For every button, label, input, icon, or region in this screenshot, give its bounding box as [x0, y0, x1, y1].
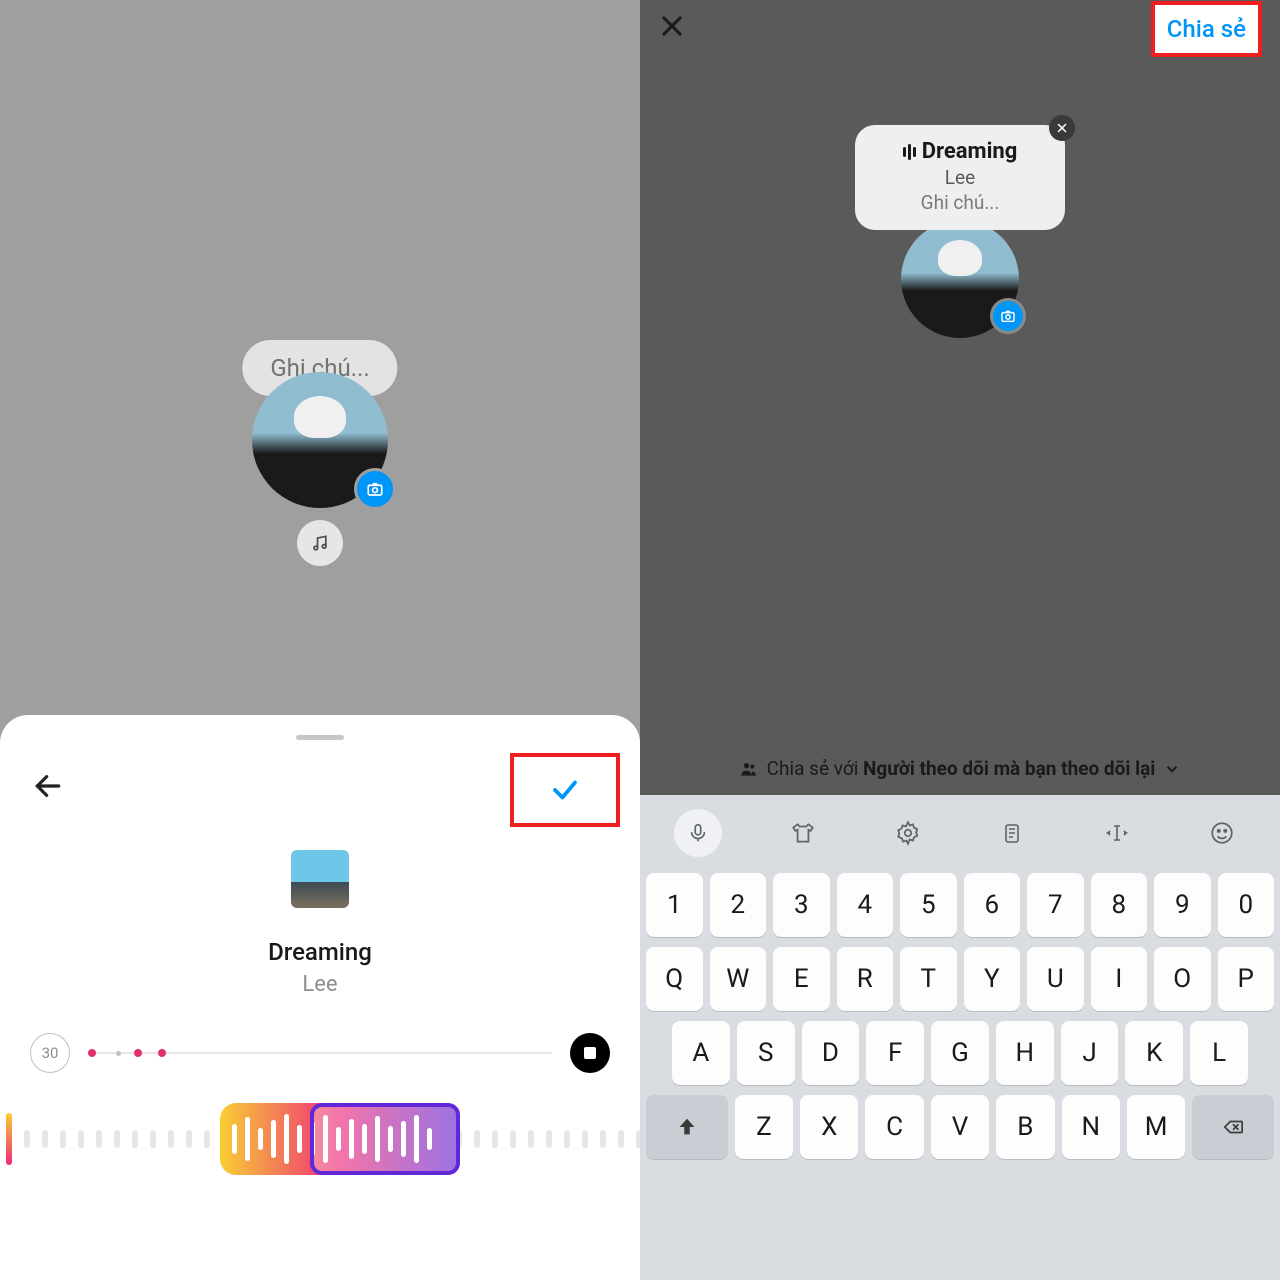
close-icon	[658, 12, 686, 40]
note-remove-button[interactable]	[1049, 115, 1075, 141]
key-c[interactable]: C	[865, 1095, 923, 1159]
tshirt-button[interactable]	[779, 809, 827, 857]
camera-badge[interactable]	[990, 298, 1026, 334]
close-icon	[1056, 122, 1068, 134]
song-artist: Lee	[20, 972, 620, 997]
key-x[interactable]: X	[800, 1095, 858, 1159]
album-art	[291, 850, 349, 908]
key-y[interactable]: Y	[964, 947, 1021, 1011]
key-d[interactable]: D	[802, 1021, 860, 1085]
note-placeholder: Ghi chú...	[879, 191, 1041, 214]
key-9[interactable]: 9	[1154, 873, 1211, 937]
share-with-label: Chia sẻ với	[767, 757, 863, 780]
cursor-button[interactable]	[1093, 809, 1141, 857]
note-compose-panel: Ghi chú... Dreaming Lee 30	[0, 0, 640, 1280]
add-music-button[interactable]	[297, 520, 343, 566]
key-s[interactable]: S	[737, 1021, 795, 1085]
keyboard-row-2: A S D F G H J K L	[646, 1021, 1274, 1085]
audience-name: Người theo dõi mà bạn theo dõi lại	[863, 757, 1155, 780]
key-n[interactable]: N	[1062, 1095, 1120, 1159]
key-backspace[interactable]	[1192, 1095, 1274, 1159]
clipboard-button[interactable]	[988, 809, 1036, 857]
gear-icon	[895, 820, 921, 846]
key-u[interactable]: U	[1027, 947, 1084, 1011]
key-2[interactable]: 2	[710, 873, 767, 937]
keyboard-row-1: Q W E R T Y U I O P	[646, 947, 1274, 1011]
clip-duration-button[interactable]: 30	[30, 1033, 70, 1073]
key-0[interactable]: 0	[1218, 873, 1275, 937]
key-3[interactable]: 3	[773, 873, 830, 937]
chevron-down-icon	[1163, 760, 1181, 778]
key-b[interactable]: B	[996, 1095, 1054, 1159]
stop-play-button[interactable]	[570, 1033, 610, 1073]
key-o[interactable]: O	[1154, 947, 1211, 1011]
mic-icon	[687, 822, 709, 844]
settings-button[interactable]	[884, 809, 932, 857]
note-preview-card[interactable]: Dreaming Lee Ghi chú...	[855, 125, 1065, 230]
back-button[interactable]	[20, 764, 76, 816]
key-t[interactable]: T	[900, 947, 957, 1011]
key-8[interactable]: 8	[1091, 873, 1148, 937]
keyboard-row-3: Z X C V B N M	[646, 1095, 1274, 1159]
key-a[interactable]: A	[672, 1021, 730, 1085]
camera-badge[interactable]	[354, 468, 396, 510]
key-g[interactable]: G	[931, 1021, 989, 1085]
text-cursor-icon	[1103, 821, 1131, 845]
music-note-icon	[310, 533, 330, 553]
tshirt-icon	[790, 820, 816, 846]
key-q[interactable]: Q	[646, 947, 703, 1011]
emoji-button[interactable]	[1198, 809, 1246, 857]
key-shift[interactable]	[646, 1095, 728, 1159]
clipboard-icon	[1000, 821, 1024, 845]
key-f[interactable]: F	[866, 1021, 924, 1085]
people-icon	[739, 759, 759, 779]
key-7[interactable]: 7	[1027, 873, 1084, 937]
arrow-left-icon	[32, 770, 64, 802]
audio-scrubber[interactable]	[0, 1103, 640, 1175]
key-w[interactable]: W	[710, 947, 767, 1011]
key-p[interactable]: P	[1218, 947, 1275, 1011]
key-k[interactable]: K	[1125, 1021, 1183, 1085]
key-h[interactable]: H	[996, 1021, 1054, 1085]
sheet-drag-handle[interactable]	[296, 735, 344, 740]
key-5[interactable]: 5	[900, 873, 957, 937]
audio-wave-icon	[903, 144, 916, 160]
confirm-button[interactable]	[510, 753, 620, 827]
soft-keyboard: 1 2 3 4 5 6 7 8 9 0 Q W E R T Y U I O	[640, 795, 1280, 1280]
backspace-icon	[1220, 1116, 1246, 1138]
emoji-icon	[1209, 820, 1235, 846]
close-button[interactable]	[658, 10, 686, 48]
key-i[interactable]: I	[1091, 947, 1148, 1011]
check-icon	[544, 775, 586, 805]
lyrics-timeline[interactable]	[88, 1052, 552, 1054]
key-l[interactable]: L	[1190, 1021, 1248, 1085]
note-song-artist: Lee	[879, 166, 1041, 189]
key-6[interactable]: 6	[964, 873, 1021, 937]
key-r[interactable]: R	[837, 947, 894, 1011]
song-title: Dreaming	[20, 938, 620, 966]
camera-icon	[366, 480, 384, 498]
key-1[interactable]: 1	[646, 873, 703, 937]
mic-button[interactable]	[674, 809, 722, 857]
audience-selector[interactable]: Chia sẻ với Người theo dõi mà bạn theo d…	[640, 757, 1280, 780]
key-j[interactable]: J	[1061, 1021, 1119, 1085]
key-v[interactable]: V	[931, 1095, 989, 1159]
music-edit-sheet: Dreaming Lee 30	[0, 715, 640, 1280]
selection-window[interactable]	[220, 1103, 460, 1175]
key-4[interactable]: 4	[837, 873, 894, 937]
key-m[interactable]: M	[1127, 1095, 1185, 1159]
clip-controls: 30	[20, 1033, 620, 1103]
share-button[interactable]: Chia sẻ	[1151, 1, 1262, 57]
share-panel: Chia sẻ Dreaming Lee Ghi chú...	[640, 0, 1280, 1280]
key-e[interactable]: E	[773, 947, 830, 1011]
keyboard-row-numbers: 1 2 3 4 5 6 7 8 9 0	[646, 873, 1274, 937]
note-song-title: Dreaming	[922, 139, 1018, 164]
shift-icon	[676, 1116, 698, 1138]
key-z[interactable]: Z	[735, 1095, 793, 1159]
camera-icon	[1000, 308, 1016, 324]
